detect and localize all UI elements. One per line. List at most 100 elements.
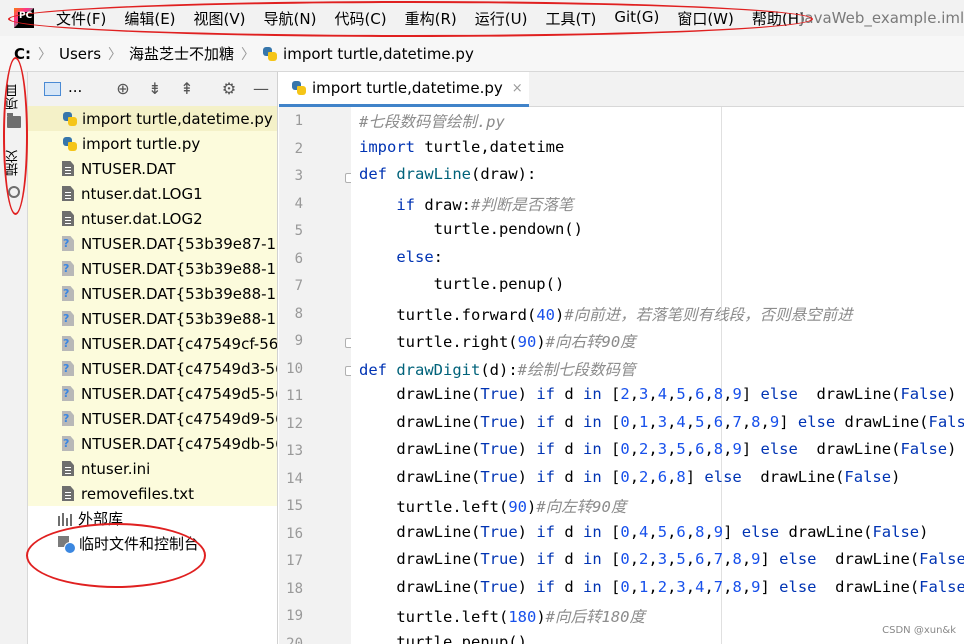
code-token: d bbox=[555, 577, 583, 596]
code-token: , bbox=[667, 467, 677, 486]
menu-items: 文件(F) 编辑(E) 视图(V) 导航(N) 代码(C) 重构(R) 运行(U) 工具(T)… bbox=[56, 8, 823, 29]
tree-item-file[interactable]: NTUSER.DAT{53b39e88-18 bbox=[28, 256, 277, 281]
code-token: ) bbox=[554, 305, 565, 324]
menu-item[interactable]: 视图(V) bbox=[194, 8, 246, 29]
code-token: 0 bbox=[620, 467, 630, 486]
code-token: if bbox=[536, 467, 555, 486]
code-token: , bbox=[629, 577, 640, 596]
code-token: False bbox=[919, 550, 964, 568]
code-token: 2 bbox=[657, 577, 668, 596]
tree-item-external-libraries[interactable]: 外部库 bbox=[28, 506, 277, 531]
code-token: 9 bbox=[732, 440, 742, 458]
line-number: 11 bbox=[286, 388, 303, 404]
tree-item-file[interactable]: ntuser.ini bbox=[28, 456, 277, 481]
code-token: , bbox=[760, 412, 770, 431]
breadcrumb-users[interactable]: Users bbox=[59, 45, 101, 63]
code-token: , bbox=[741, 550, 752, 568]
code-line: drawLine(True) if d in [0,2,3,5,6,7,8,9]… bbox=[359, 550, 964, 568]
code-token: drawLine( bbox=[835, 412, 929, 431]
tree-item-file[interactable]: removefiles.txt bbox=[28, 481, 277, 506]
breadcrumb-separator: 〉 bbox=[38, 46, 53, 63]
menu-item[interactable]: 窗口(W) bbox=[677, 8, 734, 29]
code-token: ] bbox=[741, 440, 761, 458]
menu-item[interactable]: 文件(F) bbox=[56, 8, 106, 29]
tree-item-file[interactable]: import turtle,datetime.py bbox=[28, 106, 277, 131]
expand-all-icon[interactable]: ⇟ bbox=[146, 80, 164, 98]
scratch-console-icon bbox=[58, 535, 76, 554]
tree-item-file[interactable]: ntuser.dat.LOG1 bbox=[28, 181, 277, 206]
menu-item[interactable]: 运行(U) bbox=[475, 8, 528, 29]
menu-item[interactable]: 工具(T) bbox=[545, 8, 596, 29]
tree-item-file[interactable]: NTUSER.DAT{c47549d5-56 bbox=[28, 381, 277, 406]
gear-icon[interactable]: ⚙ bbox=[220, 80, 238, 98]
tree-item-file[interactable]: NTUSER.DAT{53b39e88-18 bbox=[28, 306, 277, 331]
pycharm-logo-icon[interactable]: PC bbox=[14, 8, 34, 28]
code-token: 3 bbox=[639, 385, 649, 403]
commit-icon[interactable] bbox=[8, 186, 20, 198]
code-token: False bbox=[900, 385, 948, 403]
code-token: d bbox=[555, 467, 583, 486]
code-token: else bbox=[760, 385, 798, 403]
tab-import-turtle-datetime[interactable]: import turtle,datetime.py × bbox=[279, 72, 529, 107]
tree-item-file[interactable]: NTUSER.DAT bbox=[28, 156, 277, 181]
locate-target-icon[interactable]: ⊕ bbox=[114, 80, 132, 98]
tree-item-file[interactable]: NTUSER.DAT{53b39e88-18 bbox=[28, 281, 277, 306]
code-token: else bbox=[797, 412, 836, 431]
code-token: , bbox=[667, 522, 677, 541]
tree-item-file[interactable]: NTUSER.DAT{c47549cf-56b bbox=[28, 331, 277, 356]
tree-item-file[interactable]: NTUSER.DAT{c47549d9-56 bbox=[28, 406, 277, 431]
code-token: else bbox=[779, 550, 817, 568]
tree-item-label: removefiles.txt bbox=[81, 484, 195, 503]
tool-window-strip: 项目 提交 bbox=[0, 72, 28, 644]
code-token: drawLine( bbox=[359, 412, 481, 431]
tree-item-file[interactable]: NTUSER.DAT{c47549d3-56 bbox=[28, 356, 277, 381]
tree-item-label: NTUSER.DAT bbox=[81, 159, 176, 178]
code-token: True bbox=[480, 522, 518, 541]
tree-item-label: import turtle,datetime.py bbox=[82, 109, 273, 128]
tab-project[interactable]: 项目 bbox=[4, 84, 23, 110]
code-token: 7 bbox=[713, 577, 724, 596]
menu-item[interactable]: 代码(C) bbox=[334, 8, 386, 29]
menu-item[interactable]: 编辑(E) bbox=[124, 8, 175, 29]
tree-item-file[interactable]: NTUSER.DAT{53b39e87-18 bbox=[28, 231, 277, 256]
code-token: 8 bbox=[732, 577, 742, 596]
menu-item[interactable]: 重构(R) bbox=[405, 8, 457, 29]
tree-item-file[interactable]: ntuser.dat.LOG2 bbox=[28, 206, 277, 231]
project-panel-title[interactable]: ... bbox=[68, 78, 82, 96]
code-token: , bbox=[629, 440, 640, 458]
tree-item-file[interactable]: import turtle.py bbox=[28, 131, 277, 156]
menu-item[interactable]: 导航(N) bbox=[264, 8, 317, 29]
project-view-icon[interactable] bbox=[44, 82, 61, 96]
breadcrumb-user-folder[interactable]: 海盐芝士不加糖 bbox=[129, 43, 234, 64]
menu-item[interactable]: Git(G) bbox=[614, 8, 659, 29]
collapse-all-icon[interactable]: ⇞ bbox=[178, 80, 196, 98]
close-icon[interactable]: × bbox=[512, 81, 523, 96]
tree-item-scratches[interactable]: 临时文件和控制台 bbox=[28, 531, 277, 556]
code-editor[interactable]: #七段数码管绘制.py import turtle,datetime def dra… bbox=[351, 107, 964, 644]
code-line: turtle.penup() bbox=[359, 275, 565, 293]
line-number: 6 bbox=[294, 250, 303, 267]
code-token: 6 bbox=[657, 467, 668, 486]
tab-commit[interactable]: 提交 bbox=[4, 150, 23, 176]
editor-tab-label: import turtle,datetime.py bbox=[312, 79, 503, 97]
code-token: drawLine bbox=[396, 165, 471, 183]
code-token: 0 bbox=[620, 440, 630, 458]
breadcrumb-drive[interactable]: C: bbox=[14, 45, 31, 63]
code-token: else bbox=[779, 577, 817, 596]
minimize-icon[interactable]: — bbox=[252, 80, 270, 98]
code-token: ] bbox=[760, 577, 780, 596]
folder-icon[interactable] bbox=[7, 113, 21, 128]
breadcrumb-file[interactable]: import turtle,datetime.py bbox=[283, 45, 474, 63]
code-token: 4 bbox=[657, 385, 668, 403]
code-token: if bbox=[536, 522, 555, 541]
code-line: def drawDigit(d):#绘制七段数码管 bbox=[359, 358, 636, 380]
menu-item[interactable]: 帮助(H) bbox=[752, 8, 805, 29]
code-token: in bbox=[583, 467, 602, 486]
tree-item-file[interactable]: NTUSER.DAT{c47549db-56 bbox=[28, 431, 277, 456]
code-token: drawLine( bbox=[359, 467, 481, 486]
code-token: ) bbox=[919, 522, 929, 541]
code-token: drawLine( bbox=[779, 522, 873, 541]
code-token: , bbox=[685, 577, 696, 596]
